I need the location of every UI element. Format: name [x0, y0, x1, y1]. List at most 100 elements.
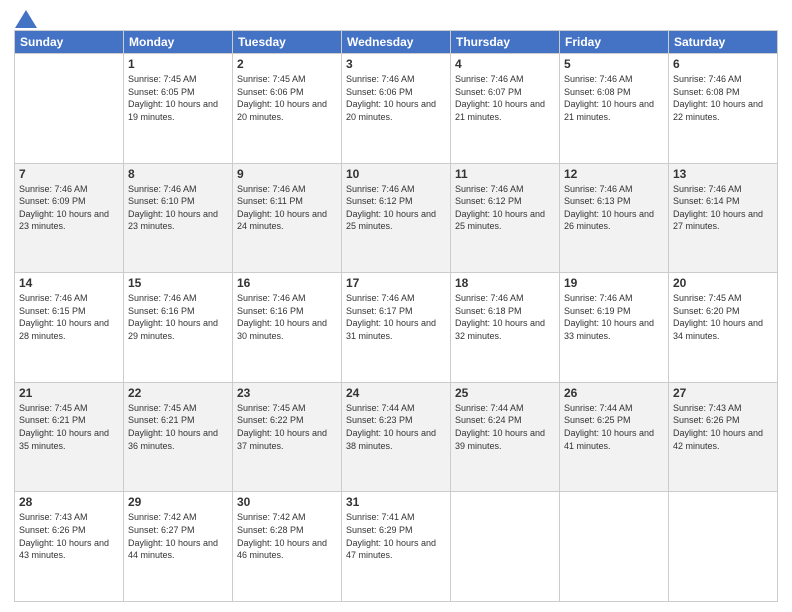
day-info: Sunrise: 7:43 AMSunset: 6:26 PMDaylight:… [673, 402, 773, 452]
day-number: 22 [128, 386, 228, 400]
day-number: 6 [673, 57, 773, 71]
day-info: Sunrise: 7:45 AMSunset: 6:22 PMDaylight:… [237, 402, 337, 452]
day-info: Sunrise: 7:46 AMSunset: 6:16 PMDaylight:… [128, 292, 228, 342]
day-number: 28 [19, 495, 119, 509]
day-cell [560, 492, 669, 602]
day-number: 16 [237, 276, 337, 290]
day-cell: 4 Sunrise: 7:46 AMSunset: 6:07 PMDaylight… [451, 54, 560, 164]
day-cell [451, 492, 560, 602]
weekday-sunday: Sunday [15, 31, 124, 54]
day-info: Sunrise: 7:46 AMSunset: 6:10 PMDaylight:… [128, 183, 228, 233]
day-info: Sunrise: 7:46 AMSunset: 6:12 PMDaylight:… [455, 183, 555, 233]
day-number: 7 [19, 167, 119, 181]
weekday-monday: Monday [124, 31, 233, 54]
day-number: 11 [455, 167, 555, 181]
day-info: Sunrise: 7:44 AMSunset: 6:23 PMDaylight:… [346, 402, 446, 452]
day-cell: 23 Sunrise: 7:45 AMSunset: 6:22 PMDayligh… [233, 382, 342, 492]
day-info: Sunrise: 7:41 AMSunset: 6:29 PMDaylight:… [346, 511, 446, 561]
day-info: Sunrise: 7:46 AMSunset: 6:09 PMDaylight:… [19, 183, 119, 233]
day-number: 2 [237, 57, 337, 71]
day-number: 31 [346, 495, 446, 509]
day-cell: 16 Sunrise: 7:46 AMSunset: 6:16 PMDayligh… [233, 273, 342, 383]
weekday-tuesday: Tuesday [233, 31, 342, 54]
day-cell [669, 492, 778, 602]
day-info: Sunrise: 7:46 AMSunset: 6:14 PMDaylight:… [673, 183, 773, 233]
day-number: 18 [455, 276, 555, 290]
day-number: 30 [237, 495, 337, 509]
day-cell: 27Sunrise: 7:43 AMSunset: 6:26 PMDayligh… [669, 382, 778, 492]
weekday-saturday: Saturday [669, 31, 778, 54]
day-cell: 21Sunrise: 7:45 AMSunset: 6:21 PMDayligh… [15, 382, 124, 492]
day-info: Sunrise: 7:43 AMSunset: 6:26 PMDaylight:… [19, 511, 119, 561]
day-number: 1 [128, 57, 228, 71]
day-cell: 10 Sunrise: 7:46 AMSunset: 6:12 PMDayligh… [342, 163, 451, 273]
day-cell: 11 Sunrise: 7:46 AMSunset: 6:12 PMDayligh… [451, 163, 560, 273]
weekday-friday: Friday [560, 31, 669, 54]
day-info: Sunrise: 7:45 AMSunset: 6:06 PMDaylight:… [237, 73, 337, 123]
day-info: Sunrise: 7:46 AMSunset: 6:07 PMDaylight:… [455, 73, 555, 123]
day-cell: 22 Sunrise: 7:45 AMSunset: 6:21 PMDayligh… [124, 382, 233, 492]
day-cell: 30 Sunrise: 7:42 AMSunset: 6:28 PMDayligh… [233, 492, 342, 602]
day-cell: 15 Sunrise: 7:46 AMSunset: 6:16 PMDayligh… [124, 273, 233, 383]
day-info: Sunrise: 7:42 AMSunset: 6:28 PMDaylight:… [237, 511, 337, 561]
day-number: 20 [673, 276, 773, 290]
weekday-header-row: SundayMondayTuesdayWednesdayThursdayFrid… [15, 31, 778, 54]
day-cell: 2 Sunrise: 7:45 AMSunset: 6:06 PMDaylight… [233, 54, 342, 164]
day-info: Sunrise: 7:46 AMSunset: 6:12 PMDaylight:… [346, 183, 446, 233]
day-number: 10 [346, 167, 446, 181]
week-row-1: 1 Sunrise: 7:45 AMSunset: 6:05 PMDaylight… [15, 54, 778, 164]
day-number: 26 [564, 386, 664, 400]
week-row-4: 21 Sunrise: 7:45 AMSunset: 6:21 PMDayligh… [15, 382, 778, 492]
day-number: 3 [346, 57, 446, 71]
day-cell: 5Sunrise: 7:46 AMSunset: 6:08 PMDaylight… [560, 54, 669, 164]
day-cell: 6 Sunrise: 7:46 AMSunset: 6:08 PMDaylight… [669, 54, 778, 164]
day-info: Sunrise: 7:46 AMSunset: 6:06 PMDaylight:… [346, 73, 446, 123]
day-cell: 13 Sunrise: 7:46 AMSunset: 6:14 PMDayligh… [669, 163, 778, 273]
day-cell: 19Sunrise: 7:46 AMSunset: 6:19 PMDayligh… [560, 273, 669, 383]
logo [14, 10, 38, 24]
calendar-table: SundayMondayTuesdayWednesdayThursdayFrid… [14, 30, 778, 602]
day-cell: 24 Sunrise: 7:44 AMSunset: 6:23 PMDayligh… [342, 382, 451, 492]
week-row-3: 14Sunrise: 7:46 AMSunset: 6:15 PMDayligh… [15, 273, 778, 383]
day-cell: 25Sunrise: 7:44 AMSunset: 6:24 PMDayligh… [451, 382, 560, 492]
day-number: 24 [346, 386, 446, 400]
day-number: 21 [19, 386, 119, 400]
day-info: Sunrise: 7:45 AMSunset: 6:05 PMDaylight:… [128, 73, 228, 123]
day-info: Sunrise: 7:45 AMSunset: 6:20 PMDaylight:… [673, 292, 773, 342]
day-cell: 12Sunrise: 7:46 AMSunset: 6:13 PMDayligh… [560, 163, 669, 273]
day-number: 8 [128, 167, 228, 181]
day-info: Sunrise: 7:46 AMSunset: 6:11 PMDaylight:… [237, 183, 337, 233]
day-cell [15, 54, 124, 164]
day-info: Sunrise: 7:46 AMSunset: 6:19 PMDaylight:… [564, 292, 664, 342]
day-cell: 3 Sunrise: 7:46 AMSunset: 6:06 PMDaylight… [342, 54, 451, 164]
day-cell: 8 Sunrise: 7:46 AMSunset: 6:10 PMDaylight… [124, 163, 233, 273]
day-number: 4 [455, 57, 555, 71]
day-cell: 9 Sunrise: 7:46 AMSunset: 6:11 PMDaylight… [233, 163, 342, 273]
day-number: 15 [128, 276, 228, 290]
day-cell: 14Sunrise: 7:46 AMSunset: 6:15 PMDayligh… [15, 273, 124, 383]
day-cell: 29Sunrise: 7:42 AMSunset: 6:27 PMDayligh… [124, 492, 233, 602]
day-number: 17 [346, 276, 446, 290]
day-cell: 17Sunrise: 7:46 AMSunset: 6:17 PMDayligh… [342, 273, 451, 383]
weekday-wednesday: Wednesday [342, 31, 451, 54]
week-row-2: 7 Sunrise: 7:46 AMSunset: 6:09 PMDaylight… [15, 163, 778, 273]
day-number: 9 [237, 167, 337, 181]
day-info: Sunrise: 7:42 AMSunset: 6:27 PMDaylight:… [128, 511, 228, 561]
weekday-thursday: Thursday [451, 31, 560, 54]
day-info: Sunrise: 7:45 AMSunset: 6:21 PMDaylight:… [128, 402, 228, 452]
day-info: Sunrise: 7:44 AMSunset: 6:25 PMDaylight:… [564, 402, 664, 452]
day-info: Sunrise: 7:46 AMSunset: 6:15 PMDaylight:… [19, 292, 119, 342]
page: SundayMondayTuesdayWednesdayThursdayFrid… [0, 0, 792, 612]
day-number: 5 [564, 57, 664, 71]
day-cell: 7 Sunrise: 7:46 AMSunset: 6:09 PMDaylight… [15, 163, 124, 273]
day-info: Sunrise: 7:46 AMSunset: 6:18 PMDaylight:… [455, 292, 555, 342]
day-info: Sunrise: 7:46 AMSunset: 6:08 PMDaylight:… [673, 73, 773, 123]
day-number: 13 [673, 167, 773, 181]
day-cell: 1 Sunrise: 7:45 AMSunset: 6:05 PMDaylight… [124, 54, 233, 164]
day-cell: 26 Sunrise: 7:44 AMSunset: 6:25 PMDayligh… [560, 382, 669, 492]
day-cell: 20 Sunrise: 7:45 AMSunset: 6:20 PMDayligh… [669, 273, 778, 383]
day-number: 23 [237, 386, 337, 400]
day-info: Sunrise: 7:46 AMSunset: 6:13 PMDaylight:… [564, 183, 664, 233]
day-info: Sunrise: 7:46 AMSunset: 6:16 PMDaylight:… [237, 292, 337, 342]
header [14, 10, 778, 24]
